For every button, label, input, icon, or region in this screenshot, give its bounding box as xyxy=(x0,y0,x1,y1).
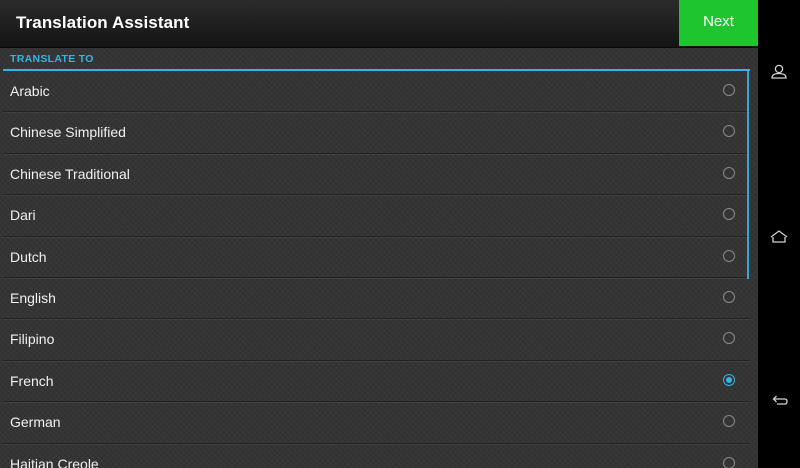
list-item[interactable]: Haitian Creole xyxy=(3,444,750,468)
radio-button[interactable] xyxy=(723,290,735,303)
language-label: Dutch xyxy=(10,248,47,265)
section-header: TRANSLATE TO xyxy=(3,49,750,71)
section-header-label: TRANSLATE TO xyxy=(10,53,94,65)
radio-button[interactable] xyxy=(723,84,735,96)
radio-button[interactable] xyxy=(723,166,735,179)
radio-button[interactable] xyxy=(723,332,735,345)
language-label: English xyxy=(10,289,56,306)
list-item[interactable]: Chinese Traditional xyxy=(3,154,750,196)
radio-button[interactable] xyxy=(723,208,735,221)
list-item[interactable]: Arabic xyxy=(3,71,750,113)
language-label: German xyxy=(10,414,61,431)
language-label: Haitian Creole xyxy=(10,455,99,468)
radio-button[interactable] xyxy=(723,249,735,262)
language-label: French xyxy=(10,372,54,389)
language-label: Chinese Simplified xyxy=(10,124,126,141)
language-label: Dari xyxy=(10,207,36,224)
home-icon[interactable] xyxy=(768,226,790,248)
radio-button[interactable] xyxy=(723,456,735,468)
language-label: Filipino xyxy=(10,331,55,348)
language-list: Arabic Chinese Simplified Chinese Tradit… xyxy=(3,71,750,468)
screen: Translation Assistant Next TRANSLATE TO … xyxy=(0,0,800,468)
list-item[interactable]: German xyxy=(3,402,750,444)
list-item[interactable]: French xyxy=(3,361,750,403)
language-label: Arabic xyxy=(10,83,50,99)
scrollbar[interactable] xyxy=(747,71,749,279)
action-bar: Translation Assistant Next xyxy=(0,0,758,48)
radio-button-selected[interactable] xyxy=(723,373,735,386)
system-nav-bar xyxy=(758,0,800,468)
list-item[interactable]: English xyxy=(3,278,750,320)
app-title: Translation Assistant xyxy=(16,13,190,32)
radio-button[interactable] xyxy=(723,125,735,138)
next-button[interactable]: Next xyxy=(679,0,758,46)
radio-button[interactable] xyxy=(723,415,735,428)
language-label: Chinese Traditional xyxy=(10,165,130,182)
list-item[interactable]: Dutch xyxy=(3,237,750,278)
person-icon[interactable] xyxy=(768,61,790,83)
app-window: Translation Assistant Next TRANSLATE TO … xyxy=(0,0,758,468)
back-icon[interactable] xyxy=(768,390,790,412)
list-item[interactable]: Filipino xyxy=(3,319,750,361)
list-item[interactable]: Dari xyxy=(3,195,750,237)
list-item[interactable]: Chinese Simplified xyxy=(3,112,750,154)
